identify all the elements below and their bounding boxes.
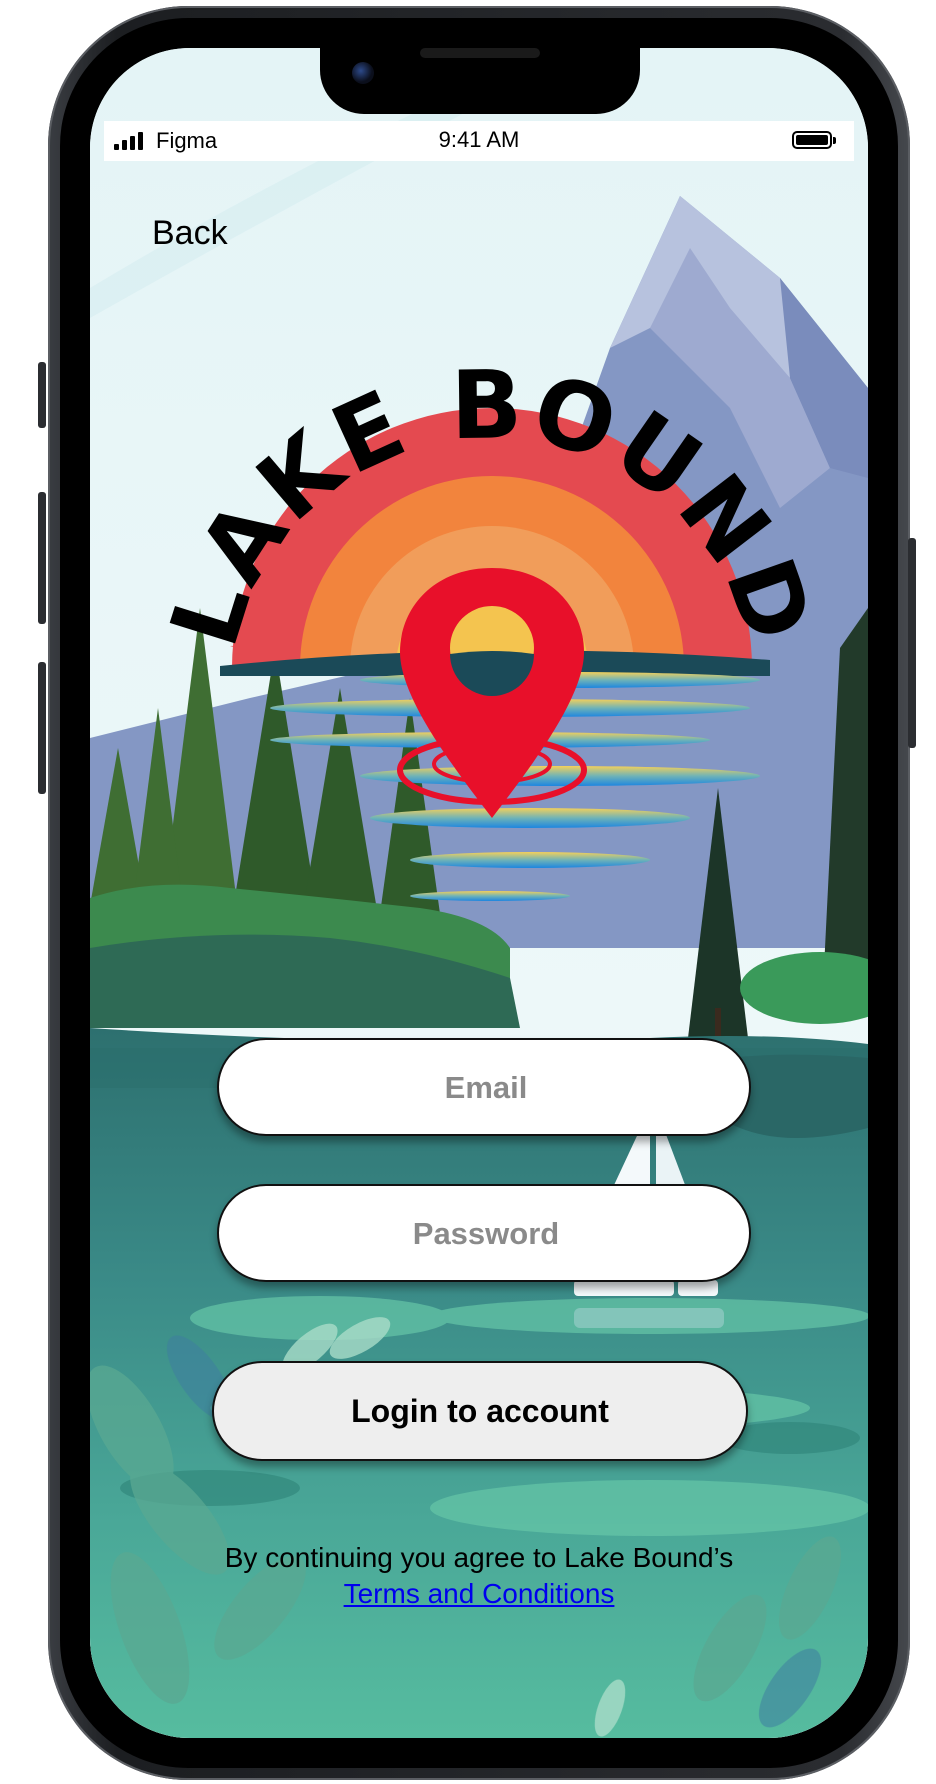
email-field-container	[217, 1038, 753, 1136]
terms-link[interactable]: Terms and Conditions	[344, 1578, 615, 1609]
agreement-text: By continuing you agree to Lake Bound’s	[224, 1542, 734, 1573]
password-field-container	[217, 1184, 753, 1282]
app-screen: LAKE BOUND Figma 9:41 AM Back Login to a…	[90, 48, 868, 1738]
silent-switch	[38, 362, 46, 428]
terms-notice: By continuing you agree to Lake Bound’s …	[90, 1540, 868, 1612]
volume-down-button	[38, 662, 46, 794]
battery-icon	[792, 131, 836, 149]
volume-up-button	[38, 492, 46, 624]
power-button	[908, 538, 916, 748]
status-bar: Figma 9:41 AM	[104, 121, 854, 161]
status-time: 9:41 AM	[438, 127, 520, 152]
login-button[interactable]: Login to account	[212, 1361, 748, 1461]
email-input[interactable]	[219, 1040, 753, 1136]
lake-landscape-background: LAKE BOUND	[90, 48, 868, 1738]
phone-notch	[320, 48, 640, 114]
password-input[interactable]	[219, 1186, 753, 1282]
front-camera	[352, 62, 374, 84]
back-button[interactable]: Back	[152, 214, 228, 253]
